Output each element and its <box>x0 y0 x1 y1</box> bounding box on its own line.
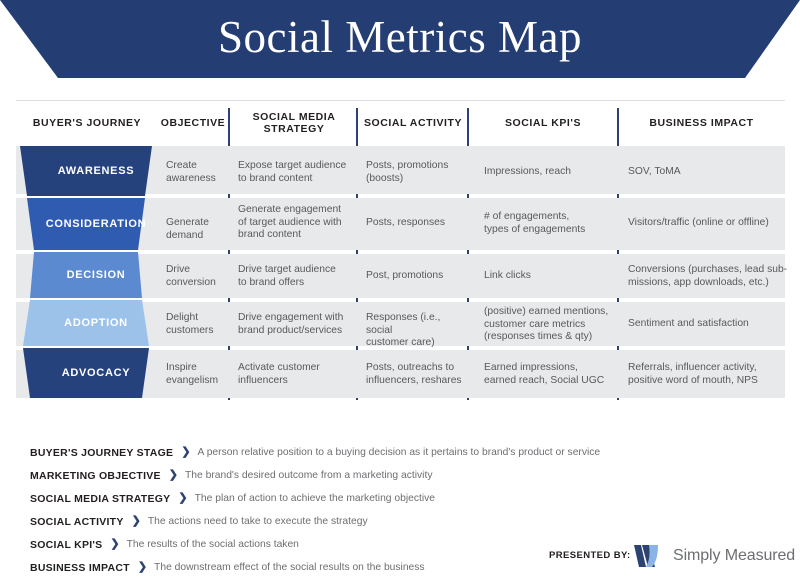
cell-strategy: Generate engagement of target audience wi… <box>238 204 342 241</box>
cell-kpi: (positive) earned mentions, customer care… <box>484 306 609 343</box>
chevron-right-icon: ❯ <box>178 492 188 504</box>
legend-definition: The actions need to take to execute the … <box>147 516 368 527</box>
legend-term: BUSINESS IMPACT <box>30 561 130 574</box>
cell-impact: Referrals, influencer activity, positive … <box>628 362 758 386</box>
metrics-table: BUYER'S JOURNEY OBJECTIVE SOCIAL MEDIA S… <box>16 100 788 400</box>
funnel-stage-label: DECISION <box>66 269 126 281</box>
legend-definition: A person relative position to a buying d… <box>197 447 601 458</box>
legend-item: SOCIAL MEDIA STRATEGY ❯ The plan of acti… <box>30 487 730 510</box>
legend-item: BUYER'S JOURNEY STAGE ❯ A person relativ… <box>30 441 730 464</box>
cell-impact: Conversions (purchases, lead sub-mission… <box>628 264 788 288</box>
chevron-right-icon: ❯ <box>110 538 120 550</box>
cell-strategy: Drive target audience to brand offers <box>238 264 336 288</box>
cell-strategy: Activate customer influencers <box>238 362 320 386</box>
funnel-stage-advocacy[interactable]: ADVOCACY <box>16 348 176 398</box>
legend-term: SOCIAL ACTIVITY <box>30 515 124 528</box>
legend-term: SOCIAL KPI'S <box>30 538 103 551</box>
funnel-stage-label: CONSIDERATION <box>45 218 147 230</box>
cell-activity: Posts, responses <box>366 217 445 228</box>
table-header-row: BUYER'S JOURNEY OBJECTIVE SOCIAL MEDIA S… <box>16 100 785 146</box>
funnel-stage-label: ADOPTION <box>64 317 128 329</box>
cell-kpi: # of engagements, types of engagements <box>484 211 586 235</box>
cell-strategy: Expose target audience to brand content <box>238 160 347 184</box>
legend-definition: The downstream effect of the social resu… <box>154 562 425 573</box>
column-header-social-kpis: SOCIAL KPI'S <box>505 116 581 129</box>
legend-definition: The results of the social actions taken <box>126 539 299 550</box>
cell-impact: Sentiment and satisfaction <box>628 318 749 329</box>
simply-measured-logomark-icon <box>634 545 658 567</box>
funnel-stage-consideration[interactable]: CONSIDERATION <box>16 198 176 250</box>
column-header-line-2: STRATEGY <box>263 123 325 135</box>
legend-term: MARKETING OBJECTIVE <box>30 469 161 482</box>
cell-impact: Visitors/traffic (online or offline) <box>628 217 769 228</box>
funnel-stage-adoption[interactable]: ADOPTION <box>16 300 176 346</box>
funnel-stage-label: AWARENESS <box>57 165 135 177</box>
funnel-stage-label: ADVOCACY <box>61 367 131 379</box>
legend-term: SOCIAL MEDIA STRATEGY <box>30 492 171 505</box>
cell-kpi: Earned impressions, earned reach, Social … <box>484 362 605 386</box>
cell-impact: SOV, ToMA <box>628 166 681 177</box>
brand-name: Simply Measured <box>673 547 796 564</box>
cell-activity: Posts, promotions (boosts) <box>366 160 449 184</box>
cell-activity: Post, promotions <box>366 270 444 281</box>
cell-kpi: Impressions, reach <box>484 166 571 177</box>
simply-measured-logo: Simply Measured <box>634 543 795 569</box>
presented-by-label: PRESENTED BY: <box>549 550 631 561</box>
cell-kpi: Link clicks <box>484 270 531 281</box>
buyers-journey-funnel: AWARENESS CONSIDERATION DECISION ADOPTIO… <box>16 146 176 398</box>
chevron-right-icon: ❯ <box>131 515 141 527</box>
column-header-objective: OBJECTIVE <box>160 116 226 129</box>
legend-definition: The plan of action to achieve the market… <box>194 493 436 504</box>
cell-activity: Responses (i.e., social customer care) <box>366 312 441 349</box>
legend-definition: The brand's desired outcome from a marke… <box>184 470 433 481</box>
cell-strategy: Drive engagement with brand product/servi… <box>238 312 344 336</box>
chevron-right-icon: ❯ <box>181 446 191 458</box>
column-header-buyers-journey: BUYER'S JOURNEY <box>32 116 142 129</box>
chevron-right-icon: ❯ <box>137 561 148 573</box>
chevron-right-icon: ❯ <box>168 469 178 481</box>
legend-item: MARKETING OBJECTIVE ❯ The brand's desire… <box>30 464 730 487</box>
column-header-social-media-strategy: SOCIAL MEDIA STRATEGY <box>230 100 358 146</box>
legend-term: BUYER'S JOURNEY STAGE <box>30 446 174 459</box>
column-header-social-activity: SOCIAL ACTIVITY <box>363 116 463 129</box>
funnel-stage-awareness[interactable]: AWARENESS <box>16 146 176 196</box>
legend-item: SOCIAL ACTIVITY ❯ The actions need to ta… <box>30 510 730 533</box>
page-title: Social Metrics Map <box>218 12 582 62</box>
funnel-stage-decision[interactable]: DECISION <box>16 252 176 298</box>
cell-activity: Posts, outreachs to influencers, reshares <box>366 362 462 386</box>
column-header-business-impact: BUSINESS IMPACT <box>649 116 754 129</box>
column-header-line-1: SOCIAL MEDIA <box>252 110 336 123</box>
